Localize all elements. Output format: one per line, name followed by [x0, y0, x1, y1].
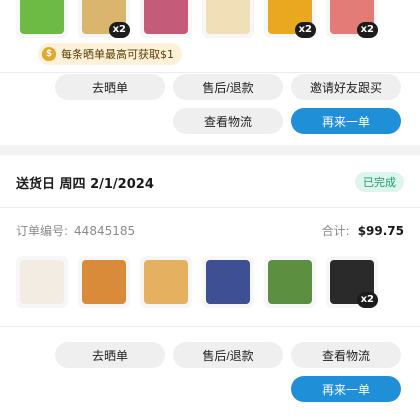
previous-order-card: x2 x2 x2 $ 每条晒单最高可获取$1 去晒单 售后/退款 邀请好友跟买 …	[0, 0, 420, 145]
product-thumb-greens[interactable]	[16, 0, 68, 38]
product-thumb-noodles[interactable]: x2	[78, 0, 130, 38]
invite-friend-button[interactable]: 邀请好友跟买	[291, 74, 401, 100]
review-button[interactable]: 去晒单	[55, 74, 165, 100]
order-number-label: 订单编号:	[16, 224, 69, 238]
cashback-tip: $ 每条晒单最高可获取$1	[38, 43, 182, 65]
order-items: x2	[16, 256, 378, 308]
money-bag-icon: $	[42, 47, 56, 61]
product-thumb-dumpling-box[interactable]: x2	[326, 256, 378, 308]
total-label: 合计:	[321, 224, 350, 238]
total-value: $99.75	[357, 224, 404, 238]
reorder-button[interactable]: 再来一单	[291, 108, 401, 134]
status-badge: 已完成	[355, 172, 404, 192]
refund-button[interactable]: 售后/退款	[173, 74, 283, 100]
divider	[0, 207, 420, 208]
cashback-tip-text: 每条晒单最高可获取$1	[61, 48, 174, 61]
product-thumb-wrapper-pack[interactable]: x2	[326, 0, 378, 38]
product-thumb-mayo-bottle[interactable]	[202, 0, 254, 38]
product-thumb-fried-snack-bag[interactable]	[78, 256, 130, 308]
order-number-value: 44845185	[74, 224, 136, 238]
review-button[interactable]: 去晒单	[55, 342, 165, 368]
product-thumb-mushroom-can[interactable]	[264, 256, 316, 308]
view-logistics-button[interactable]: 查看物流	[291, 342, 401, 368]
delivery-date-value: 2/1/2024	[90, 177, 154, 192]
product-thumb-package[interactable]	[140, 0, 192, 38]
order-card: 送货日 周四 2/1/2024 已完成 订单编号: 44845185 合计: $99…	[0, 155, 420, 420]
quantity-badge: x2	[356, 22, 378, 38]
quantity-badge: x2	[294, 22, 316, 38]
previous-order-items: x2 x2 x2	[16, 0, 378, 38]
product-thumb-drink-box[interactable]: x2	[264, 0, 316, 38]
quantity-badge: x2	[356, 292, 378, 308]
product-thumb-fish-balls[interactable]	[16, 256, 68, 308]
divider	[0, 326, 420, 327]
order-total: 合计: $99.75	[322, 222, 404, 239]
divider	[0, 72, 420, 73]
delivery-date: 送货日 周四 2/1/2024	[16, 173, 154, 192]
view-logistics-button[interactable]: 查看物流	[173, 108, 283, 134]
delivery-day: 周四	[59, 177, 86, 192]
reorder-button[interactable]: 再来一单	[291, 376, 401, 402]
quantity-badge: x2	[108, 22, 130, 38]
delivery-label: 送货日	[16, 177, 56, 192]
refund-button[interactable]: 售后/退款	[173, 342, 283, 368]
order-number: 订单编号: 44845185	[16, 222, 135, 239]
product-thumb-blueberries[interactable]	[202, 256, 254, 308]
product-thumb-tofu-pack[interactable]	[140, 256, 192, 308]
